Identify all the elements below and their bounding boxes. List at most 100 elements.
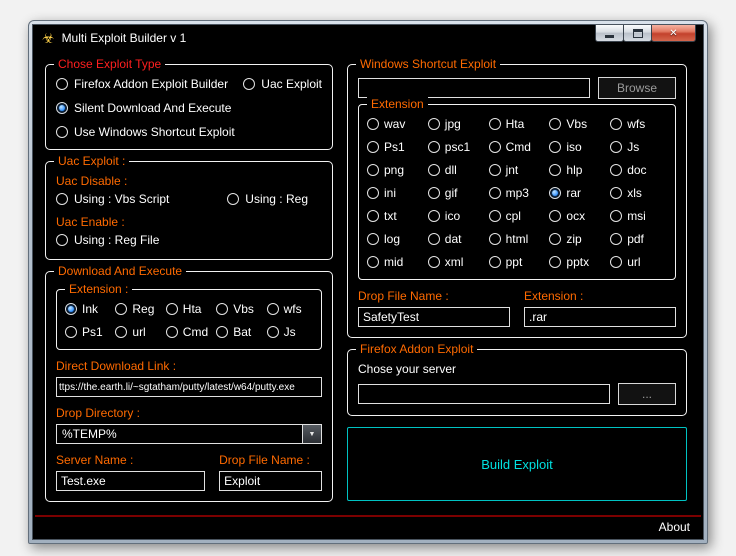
- radio-extension-option[interactable]: Bat: [216, 325, 262, 339]
- build-exploit-button[interactable]: Build Exploit: [347, 427, 687, 501]
- drop-directory-select[interactable]: %TEMP% ▼: [56, 424, 322, 444]
- radio-extension-option[interactable]: pdf: [610, 232, 667, 246]
- browse-button[interactable]: Browse: [598, 77, 676, 99]
- firefox-server-input[interactable]: [358, 384, 610, 404]
- radio-icon: [367, 210, 379, 222]
- radio-extension-option[interactable]: psc1: [427, 140, 485, 154]
- radio-icon: [427, 118, 440, 130]
- radio-extension-option[interactable]: wav: [367, 117, 424, 131]
- radio-extension-option[interactable]: png: [367, 163, 424, 177]
- radio-extension-option[interactable]: Cmd: [488, 140, 546, 154]
- radio-extension-option[interactable]: wfs: [266, 302, 313, 316]
- radio-using-vbs-script[interactable]: Using : Vbs Script: [56, 192, 169, 206]
- radio-extension-option[interactable]: rar: [549, 186, 606, 200]
- radio-extension-option[interactable]: ppt: [488, 255, 546, 269]
- name-fields-row: Server Name : Drop File Name :: [56, 444, 322, 491]
- radio-extension-option[interactable]: dat: [427, 232, 485, 246]
- radio-label: ico: [444, 209, 461, 223]
- radio-extension-option[interactable]: iso: [549, 140, 606, 154]
- radio-extension-option[interactable]: Hta: [165, 302, 212, 316]
- radio-extension-option[interactable]: ini: [367, 186, 424, 200]
- radio-icon: [227, 193, 240, 205]
- drop-directory-value: %TEMP%: [62, 427, 117, 441]
- radio-extension-option[interactable]: zip: [549, 232, 606, 246]
- radio-icon: [367, 233, 379, 245]
- radio-extension-option[interactable]: hlp: [549, 163, 606, 177]
- radio-label: Vbs: [233, 302, 254, 316]
- radio-extension-option[interactable]: wfs: [610, 117, 667, 131]
- shortcut-extension-input[interactable]: [524, 307, 676, 327]
- radio-using-reg-file[interactable]: Using : Reg File: [56, 233, 159, 247]
- radio-extension-option[interactable]: Js: [266, 325, 313, 339]
- radio-extension-option[interactable]: dll: [427, 163, 485, 177]
- option-row: Silent Download And Execute: [56, 101, 322, 115]
- radio-extension-option[interactable]: txt: [367, 209, 424, 223]
- group-extension-shortcut: Extension wav jpg Hta Vbs wfs Ps1 psc1 C…: [358, 97, 676, 280]
- radio-extension-option[interactable]: Ps1: [367, 140, 424, 154]
- minimize-button[interactable]: [595, 25, 624, 42]
- left-column: Chose Exploit Type Firefox Addon Exploit…: [45, 57, 333, 513]
- radio-extension-option[interactable]: cpl: [488, 209, 546, 223]
- radio-extension-option[interactable]: ico: [427, 209, 485, 223]
- server-name-input[interactable]: [56, 471, 206, 491]
- radio-icon: [610, 141, 623, 153]
- radio-extension-option[interactable]: pptx: [549, 255, 606, 269]
- radio-icon: [367, 141, 379, 153]
- more-button[interactable]: ...: [618, 383, 676, 405]
- radio-firefox-addon-exploit-builder[interactable]: Firefox Addon Exploit Builder: [56, 77, 228, 91]
- radio-label: Cmd: [505, 140, 531, 154]
- radio-silent-download-and-execute[interactable]: Silent Download And Execute: [56, 101, 231, 115]
- maximize-button[interactable]: [623, 25, 652, 42]
- radio-extension-option[interactable]: Ink: [65, 302, 111, 316]
- radio-use-windows-shortcut-exploit[interactable]: Use Windows Shortcut Exploit: [56, 125, 235, 139]
- drop-file-name-input[interactable]: [219, 471, 322, 491]
- radio-extension-option[interactable]: doc: [610, 163, 667, 177]
- radio-icon: [266, 303, 279, 315]
- radio-icon: [610, 256, 623, 268]
- radio-label: pptx: [566, 255, 590, 269]
- radio-extension-option[interactable]: xls: [610, 186, 667, 200]
- close-button[interactable]: ✕: [651, 25, 696, 42]
- radio-extension-option[interactable]: mp3: [488, 186, 546, 200]
- radio-label: ini: [384, 186, 397, 200]
- radio-extension-option[interactable]: Js: [610, 140, 667, 154]
- radio-label: rar: [566, 186, 582, 200]
- radio-extension-option[interactable]: html: [488, 232, 546, 246]
- radio-label: url: [132, 325, 146, 339]
- radio-label: Reg: [132, 302, 155, 316]
- radio-using-reg[interactable]: Using : Reg: [227, 192, 308, 206]
- radio-label: wfs: [627, 117, 646, 131]
- radio-label: Js: [627, 140, 640, 154]
- radio-label: pdf: [627, 232, 644, 246]
- radio-label: Bat: [233, 325, 252, 339]
- radio-icon: [549, 187, 562, 199]
- radio-uac-exploit[interactable]: Uac Exploit: [243, 77, 322, 91]
- radio-extension-option[interactable]: Cmd: [165, 325, 212, 339]
- radio-extension-option[interactable]: ocx: [549, 209, 606, 223]
- radio-extension-option[interactable]: jpg: [427, 117, 485, 131]
- radio-label: Ps1: [384, 140, 405, 154]
- shortcut-drop-file-input[interactable]: [358, 307, 510, 327]
- chevron-down-icon[interactable]: ▼: [302, 425, 321, 443]
- radio-extension-option[interactable]: Vbs: [549, 117, 606, 131]
- radio-label: Use Windows Shortcut Exploit: [74, 125, 235, 139]
- radio-extension-option[interactable]: mid: [367, 255, 424, 269]
- radio-extension-option[interactable]: gif: [427, 186, 485, 200]
- radio-extension-option[interactable]: xml: [427, 255, 485, 269]
- radio-icon: [549, 233, 562, 245]
- group-extension-download-execute: Extension : Ink Reg Hta Vbs wfs Ps1 url …: [56, 282, 322, 350]
- direct-download-link-input[interactable]: [56, 377, 322, 397]
- radio-extension-option[interactable]: Reg: [115, 302, 161, 316]
- radio-extension-option[interactable]: url: [115, 325, 161, 339]
- radio-extension-option[interactable]: jnt: [488, 163, 546, 177]
- radio-extension-option[interactable]: Vbs: [216, 302, 262, 316]
- shortcut-drop-file-label: Drop File Name :: [358, 289, 449, 303]
- shortcut-file-input[interactable]: [358, 78, 590, 98]
- radio-extension-option[interactable]: Hta: [488, 117, 546, 131]
- radio-extension-option[interactable]: Ps1: [65, 325, 111, 339]
- radio-extension-option[interactable]: msi: [610, 209, 667, 223]
- radio-extension-option[interactable]: url: [610, 255, 667, 269]
- right-column: Windows Shortcut Exploit Browse Extensio…: [347, 57, 687, 501]
- drop-file-name-field-group: Drop File Name :: [219, 444, 322, 491]
- radio-extension-option[interactable]: log: [367, 232, 424, 246]
